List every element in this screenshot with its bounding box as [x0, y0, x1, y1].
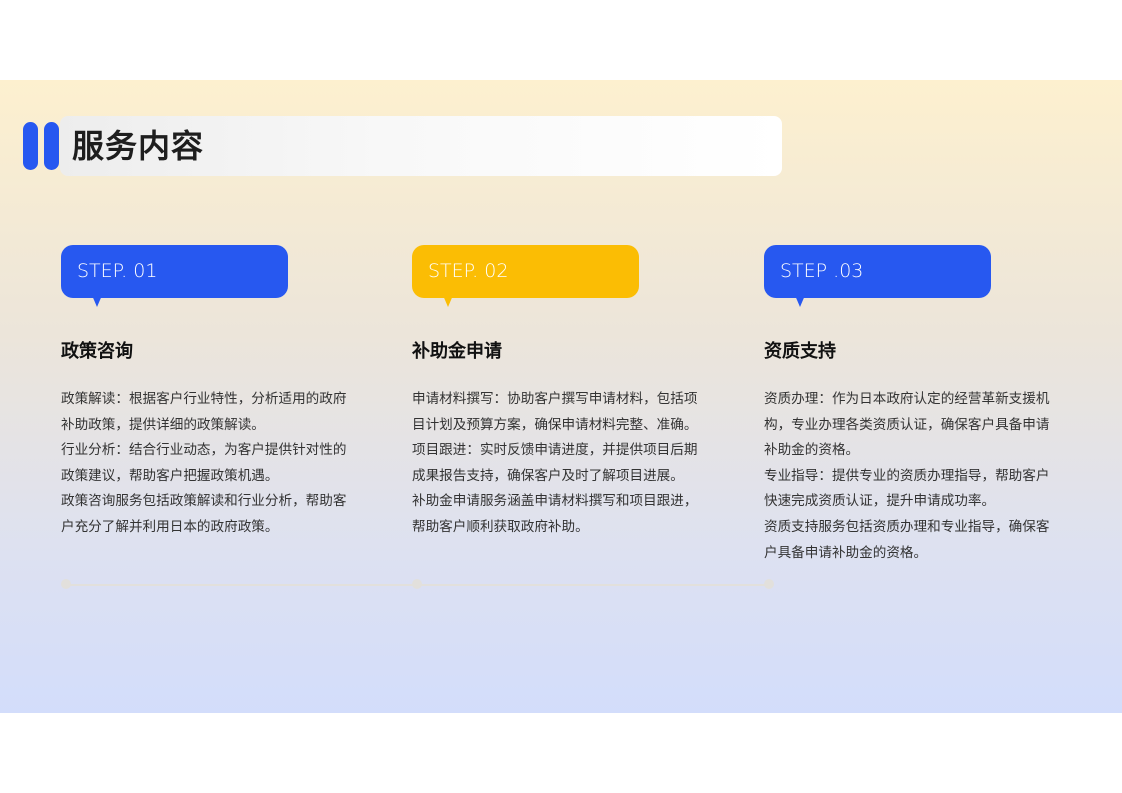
timeline-dot — [412, 579, 422, 589]
slide: 服务内容 STEP. 01 政策咨询 政策解读：根据客户行业特性，分析适用的政府… — [0, 80, 1122, 713]
timeline-dot — [764, 579, 774, 589]
description-paragraph: 专业指导：提供专业的资质办理指导，帮助客户快速完成资质认证，提升申请成功率。 — [764, 467, 1050, 510]
title-accent-bar — [23, 122, 38, 170]
service-heading: 补助金申请 — [412, 341, 502, 362]
step-badge-2: STEP. 02 — [412, 245, 639, 307]
step-badge-1: STEP. 01 — [61, 245, 288, 307]
service-description: 申请材料撰写：协助客户撰写申请材料，包括项目计划及预算方案，确保申请材料完整、准… — [412, 387, 708, 541]
description-paragraph: 资质办理：作为日本政府认定的经营革新支援机构，专业办理各类资质认证，确保客户具备… — [764, 391, 1050, 459]
service-description: 政策解读：根据客户行业特性，分析适用的政府补助政策，提供详细的政策解读。 行业分… — [61, 387, 357, 541]
service-column-3: STEP .03 资质支持 资质办理：作为日本政府认定的经营革新支援机构，专业办… — [764, 245, 1064, 566]
description-paragraph: 项目跟进：实时反馈申请进度，并提供项目后期成果报告支持，确保客户及时了解项目进展… — [412, 442, 698, 484]
step-label: STEP. 02 — [428, 260, 509, 282]
description-paragraph: 补助金申请服务涵盖申请材料撰写和项目跟进，帮助客户顺利获取政府补助。 — [412, 493, 698, 535]
description-paragraph: 行业分析：结合行业动态，为客户提供针对性的政策建议，帮助客户把握政策机遇。 — [61, 442, 347, 484]
title-accent-bar — [44, 122, 59, 170]
description-paragraph: 政策咨询服务包括政策解读和行业分析，帮助客户充分了解并利用日本的政府政策。 — [61, 493, 347, 535]
service-column-1: STEP. 01 政策咨询 政策解读：根据客户行业特性，分析适用的政府补助政策，… — [61, 245, 361, 541]
title-bar: 服务内容 — [22, 116, 782, 176]
step-label: STEP .03 — [780, 260, 864, 282]
step-label: STEP. 01 — [77, 260, 158, 282]
description-paragraph: 申请材料撰写：协助客户撰写申请材料，包括项目计划及预算方案，确保申请材料完整、准… — [412, 391, 698, 433]
service-heading: 资质支持 — [764, 341, 836, 362]
description-paragraph: 资质支持服务包括资质办理和专业指导，确保客户具备申请补助金的资格。 — [764, 518, 1050, 561]
service-heading: 政策咨询 — [61, 341, 133, 362]
page-title: 服务内容 — [72, 127, 205, 165]
step-badge-3: STEP .03 — [764, 245, 991, 307]
timeline-dot — [61, 579, 71, 589]
description-paragraph: 政策解读：根据客户行业特性，分析适用的政府补助政策，提供详细的政策解读。 — [61, 391, 347, 433]
service-column-2: STEP. 02 补助金申请 申请材料撰写：协助客户撰写申请材料，包括项目计划及… — [412, 245, 712, 541]
service-description: 资质办理：作为日本政府认定的经营革新支援机构，专业办理各类资质认证，确保客户具备… — [764, 387, 1060, 566]
